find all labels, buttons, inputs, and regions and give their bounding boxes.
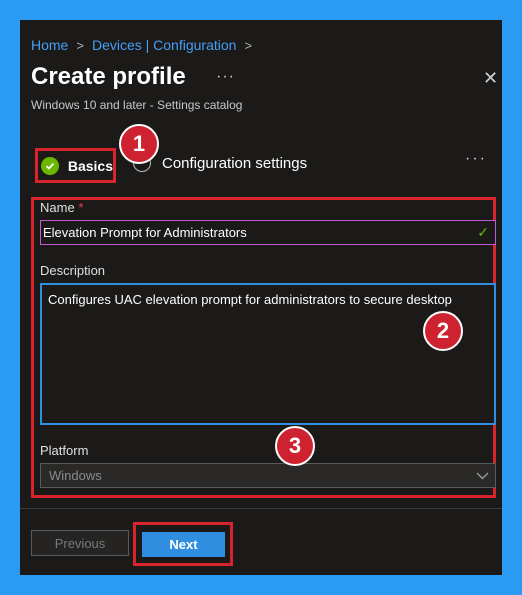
- breadcrumb-devices-link[interactable]: Devices | Configuration: [92, 37, 236, 53]
- chevron-right-icon: >: [244, 37, 253, 53]
- platform-label: Platform: [40, 443, 89, 458]
- close-icon[interactable]: ✕: [483, 69, 499, 87]
- step-configuration-label: Configuration settings: [162, 154, 308, 172]
- step-basics-label: Basics: [67, 157, 113, 174]
- name-input[interactable]: Elevation Prompt for Administrators ✓: [40, 220, 496, 245]
- checkmark-icon: [41, 156, 59, 175]
- required-indicator: *: [78, 200, 84, 215]
- chevron-right-icon: >: [76, 37, 84, 53]
- chevron-down-icon: [476, 469, 489, 483]
- platform-select[interactable]: Windows: [40, 463, 496, 488]
- more-options-icon[interactable]: ···: [465, 150, 487, 168]
- footer-divider: [20, 508, 502, 509]
- platform-value: Windows: [49, 468, 102, 483]
- name-input-value: Elevation Prompt for Administrators: [43, 225, 247, 240]
- annotation-badge-2: 2: [423, 311, 463, 351]
- next-highlight-frame: Next: [133, 522, 233, 566]
- description-label: Description: [40, 263, 106, 278]
- basics-form: Name * Elevation Prompt for Administrato…: [31, 197, 496, 498]
- more-options-icon[interactable]: ···: [216, 68, 235, 86]
- name-label-text: Name: [40, 200, 75, 215]
- annotation-badge-3: 3: [275, 426, 315, 466]
- page-subtitle: Windows 10 and later - Settings catalog: [31, 98, 243, 112]
- create-profile-panel: Home > Devices | Configuration > Create …: [20, 20, 502, 575]
- valid-check-icon: ✓: [477, 224, 489, 240]
- page-title: Create profile: [31, 63, 186, 90]
- description-textarea[interactable]: Configures UAC elevation prompt for admi…: [40, 283, 496, 425]
- step-basics[interactable]: Basics: [35, 148, 116, 183]
- step-configuration-settings[interactable]: Configuration settings: [133, 154, 307, 172]
- name-label: Name *: [40, 200, 83, 215]
- annotation-badge-1: 1: [119, 124, 159, 164]
- breadcrumb-home-link[interactable]: Home: [31, 37, 68, 53]
- previous-button[interactable]: Previous: [31, 530, 129, 556]
- next-button[interactable]: Next: [142, 532, 225, 557]
- breadcrumb: Home > Devices | Configuration >: [31, 36, 260, 54]
- wizard-steps: Basics Configuration settings ···: [20, 148, 502, 184]
